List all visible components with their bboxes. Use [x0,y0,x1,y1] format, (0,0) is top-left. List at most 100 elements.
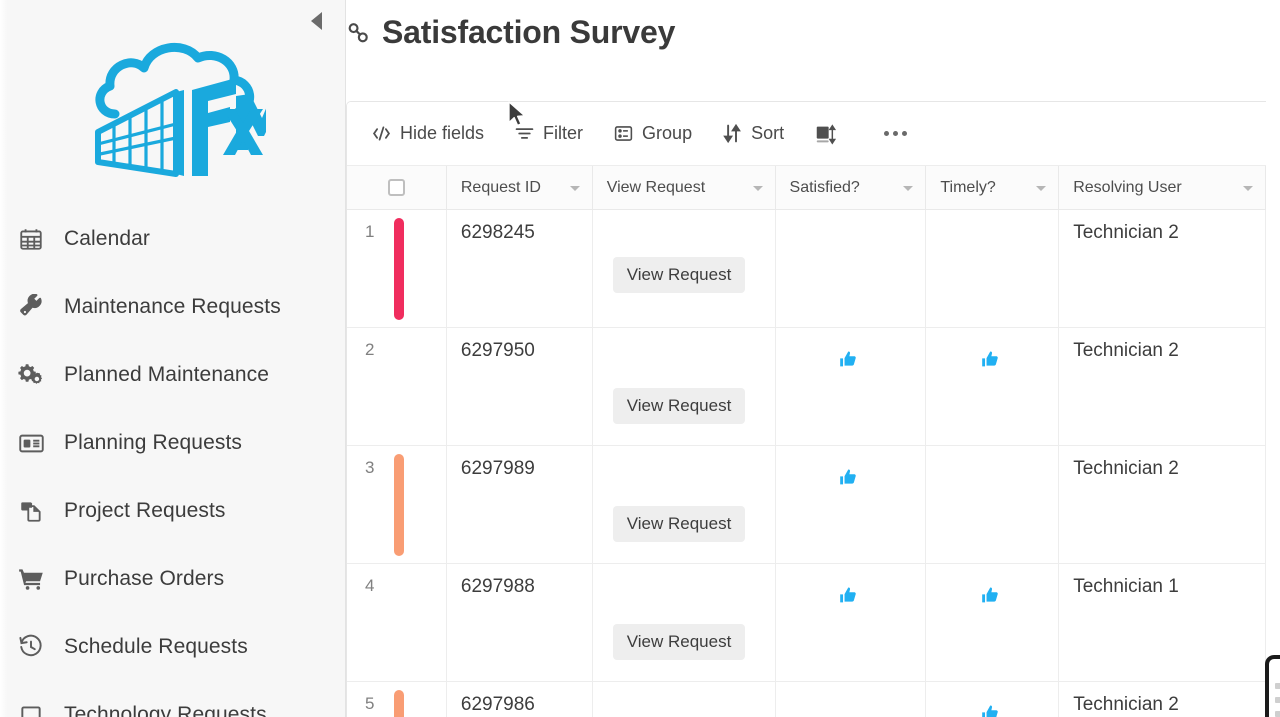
timely-cell[interactable] [926,682,1060,717]
request-id-value: 6298245 [460,222,535,243]
satisfied-cell[interactable] [776,682,927,717]
row-height-button[interactable] [810,117,848,151]
sidebar-nav: Calendar Maintenance Requests Planned Ma… [0,205,345,717]
column-header-label: Resolving User [1073,178,1182,196]
ellipsis-icon [884,131,890,136]
ellipsis-icon [893,131,899,136]
satisfied-cell[interactable] [776,564,927,681]
chevron-down-icon[interactable] [1242,185,1253,191]
satisfied-cell[interactable] [776,446,927,563]
view-request-button[interactable]: View Request [612,388,746,424]
device-preview-panel[interactable]: Cal Mai Pla Pro [1265,655,1280,717]
column-header-label: Satisfied? [789,178,860,196]
request-id-cell[interactable]: 6297950 [447,328,593,445]
timely-cell[interactable] [926,328,1060,445]
view-request-button[interactable]: View Request [612,257,746,293]
column-header-label: Request ID [460,178,541,196]
view-request-cell[interactable]: View Request [593,446,776,563]
hide-fields-label: Hide fields [400,123,485,143]
sidebar-item-schedule-requests[interactable]: Schedule Requests [0,613,345,681]
history-clock-icon [18,632,52,662]
view-request-cell[interactable]: View Request [593,564,776,681]
row-height-icon [814,123,837,145]
view-request-cell[interactable]: View Request [593,328,776,445]
sidebar-item-purchase-orders[interactable]: Purchase Orders [0,545,345,613]
sidebar-collapse-button[interactable] [301,6,331,36]
satisfied-cell[interactable] [776,210,927,327]
table-row[interactable]: 1 6298245 View Request Technician 2 [347,210,1266,328]
timely-cell[interactable] [926,564,1060,681]
data-grid-card: Hide fields Filter Group Sort Request ID… [346,101,1266,717]
column-header-satisfied[interactable]: Satisfied? [776,166,927,209]
request-id-cell[interactable]: 6297989 [447,446,593,563]
thumbs-up-icon [981,350,1000,374]
sidebar-item-calendar[interactable]: Calendar [0,205,345,273]
resolving-user-cell[interactable]: Technician 2 [1059,446,1266,563]
row-number: 5 [365,694,375,713]
sidebar-item-label: Technology Requests [64,703,267,717]
resolving-user-value: Technician 2 [1073,340,1179,361]
hide-fields-button[interactable]: Hide fields [367,117,488,151]
page-header: Satisfaction Survey [346,14,675,51]
row-number-cell[interactable]: 1 [347,210,447,327]
filter-label: Filter [543,123,584,143]
resolving-user-value: Technician 1 [1073,576,1179,597]
row-color-bar [394,690,404,717]
request-id-value: 6297950 [460,340,535,361]
row-number-cell[interactable]: 4 [347,564,447,681]
table-row[interactable]: 2 6297950 View Request Technician 2 [347,328,1266,446]
sidebar-item-maintenance-requests[interactable]: Maintenance Requests [0,273,345,341]
column-header-label: View Request [606,178,706,196]
resolving-user-cell[interactable]: Technician 2 [1059,210,1266,327]
view-request-cell[interactable] [593,682,776,717]
thumbs-up-icon [839,350,858,374]
chevron-down-icon[interactable] [903,185,914,191]
request-id-cell[interactable]: 6298245 [447,210,593,327]
satisfied-cell[interactable] [776,328,927,445]
column-header-view-request[interactable]: View Request [593,166,776,209]
table-row[interactable]: 3 6297989 View Request Technician 2 [347,446,1266,564]
row-color-bar [394,454,404,556]
sidebar-item-planned-maintenance[interactable]: Planned Maintenance [0,341,345,409]
sidebar-item-project-requests[interactable]: Project Requests [0,477,345,545]
chevron-down-icon[interactable] [752,185,763,191]
chevron-down-icon[interactable] [1036,185,1047,191]
column-header-request-id[interactable]: Request ID [447,166,593,209]
table-row[interactable]: 4 6297988 View Request Technician 1 [347,564,1266,682]
sort-button[interactable]: Sort [718,117,788,151]
filter-button[interactable]: Filter [510,117,587,151]
sidebar-item-label: Schedule Requests [64,635,248,658]
sort-arrows-icon [722,123,743,144]
table-row[interactable]: 5 6297986 Technician 2 [347,682,1266,717]
column-header-timely[interactable]: Timely? [926,166,1060,209]
select-all-header-cell[interactable] [347,166,447,209]
sidebar-item-technology-requests[interactable]: Technology Requests [0,681,345,717]
request-id-cell[interactable]: 6297986 [447,682,593,717]
resolving-user-cell[interactable]: Technician 2 [1059,328,1266,445]
group-button[interactable]: Group [609,117,696,151]
timely-cell[interactable] [926,210,1060,327]
request-id-cell[interactable]: 6297988 [447,564,593,681]
row-number-cell[interactable]: 5 [347,682,447,717]
timely-cell[interactable] [926,446,1060,563]
view-request-button[interactable]: View Request [612,624,746,660]
row-number-cell[interactable]: 2 [347,328,447,445]
view-request-cell[interactable]: View Request [593,210,776,327]
fmx-logo[interactable] [0,34,345,186]
grid-header-row: Request ID View Request Satisfied? Timel… [347,166,1266,210]
resolving-user-cell[interactable]: Technician 1 [1059,564,1266,681]
more-options-button[interactable] [878,131,913,136]
chevron-down-icon[interactable] [569,185,580,191]
sidebar-item-label: Planned Maintenance [64,363,270,386]
row-color-bar [394,218,404,320]
gears-icon [18,360,52,390]
resolving-user-cell[interactable]: Technician 2 [1059,682,1266,717]
sidebar-item-planning-requests[interactable]: Planning Requests [0,409,345,477]
row-number-cell[interactable]: 3 [347,446,447,563]
page-title: Satisfaction Survey [382,14,676,50]
sidebar: Calendar Maintenance Requests Planned Ma… [0,0,346,717]
view-request-button[interactable]: View Request [612,506,746,542]
select-all-checkbox[interactable] [387,179,405,196]
wrench-icon [18,292,52,322]
column-header-resolving-user[interactable]: Resolving User [1059,166,1266,209]
